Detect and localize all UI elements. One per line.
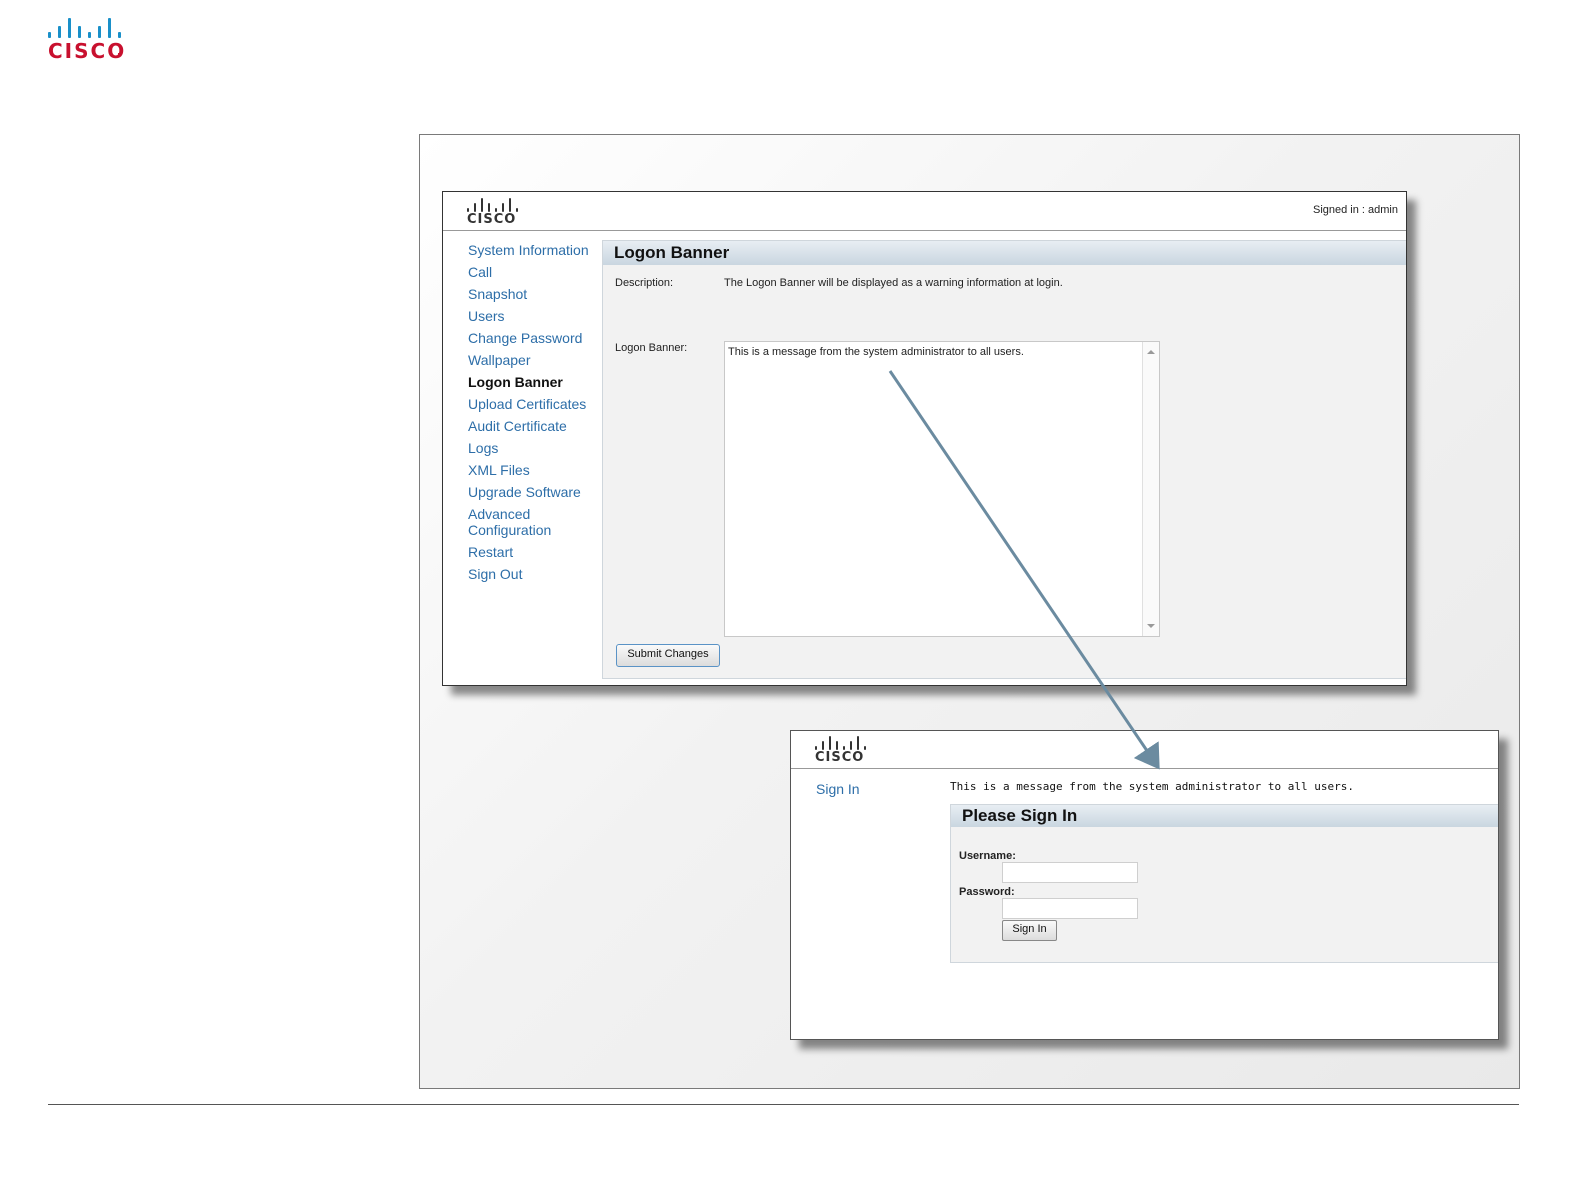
footer-divider xyxy=(48,1104,1519,1105)
arrow-icon xyxy=(888,370,1160,770)
